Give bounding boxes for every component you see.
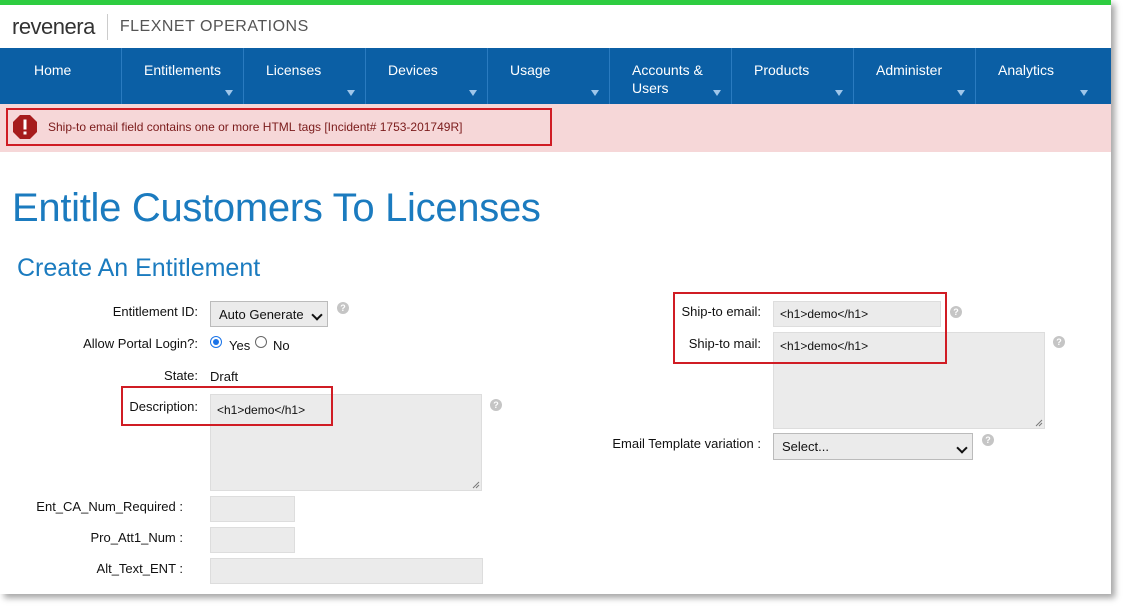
caret-down-icon: [835, 90, 843, 96]
nav-analytics[interactable]: Analytics: [976, 48, 1098, 104]
pro-att1-num-label: Pro_Att1_Num :: [90, 530, 184, 545]
help-icon[interactable]: ?: [337, 302, 349, 314]
portal-login-label: Allow Portal Login?:: [83, 336, 198, 351]
entitlement-id-select[interactable]: Auto Generate: [210, 301, 328, 327]
portal-login-no-radio[interactable]: [255, 336, 267, 348]
error-highlight: Ship-to email field contains one or more…: [6, 108, 552, 146]
nav-administer[interactable]: Administer: [854, 48, 976, 104]
nav-label: Devices: [388, 62, 438, 78]
accent-bar: [0, 0, 1111, 5]
ent-ca-num-label: Ent_CA_Num_Required :: [36, 499, 183, 514]
app-window: revenera FLEXNET OPERATIONS Home Entitle…: [0, 0, 1111, 594]
email-template-select[interactable]: Select...: [773, 433, 973, 460]
nav-entitlements[interactable]: Entitlements: [122, 48, 244, 104]
caret-down-icon: [469, 90, 477, 96]
help-icon[interactable]: ?: [950, 306, 962, 318]
nav-label: Products: [754, 62, 810, 78]
email-template-label: Email Template variation :: [612, 436, 761, 451]
email-template-value: Select...: [782, 439, 829, 454]
caret-down-icon: [225, 90, 233, 96]
entitlement-id-value: Auto Generate: [219, 306, 304, 322]
nav-licenses[interactable]: Licenses: [244, 48, 366, 104]
nav-label: Entitlements: [144, 62, 222, 78]
alt-text-ent-label: Alt_Text_ENT :: [96, 561, 183, 576]
product-name: FLEXNET OPERATIONS: [119, 18, 309, 35]
help-icon[interactable]: ?: [982, 434, 994, 446]
main-nav: Home Entitlements Licenses Devices Usage…: [0, 48, 1111, 104]
chevron-down-icon: [956, 441, 968, 454]
state-value: Draft: [210, 369, 239, 384]
error-message: Ship-to email field contains one or more…: [48, 120, 463, 134]
alt-text-ent-input[interactable]: [210, 558, 483, 584]
nav-label: Licenses: [266, 62, 322, 78]
resize-handle-icon[interactable]: [1035, 419, 1043, 427]
brand-divider: [106, 14, 108, 40]
chevron-down-icon: [311, 309, 323, 321]
nav-label: Usage: [510, 62, 551, 78]
nav-label: Home: [34, 62, 72, 78]
nav-label: Administer: [876, 62, 943, 78]
caret-down-icon: [1080, 90, 1088, 96]
state-label: State:: [164, 368, 198, 383]
nav-usage[interactable]: Usage: [488, 48, 610, 104]
help-icon[interactable]: ?: [1053, 336, 1065, 348]
caret-down-icon: [713, 90, 721, 96]
resize-handle-icon[interactable]: [472, 481, 480, 489]
nav-products[interactable]: Products: [732, 48, 854, 104]
nav-devices[interactable]: Devices: [366, 48, 488, 104]
nav-label: Accounts & Users: [632, 62, 703, 96]
revenera-logo[interactable]: revenera: [12, 14, 95, 40]
nav-label: Analytics: [998, 62, 1055, 78]
portal-login-no-label: No: [273, 338, 290, 353]
ent-ca-num-input[interactable]: [210, 496, 295, 522]
nav-accounts-users[interactable]: Accounts & Users: [610, 48, 732, 104]
error-banner: Ship-to email field contains one or more…: [0, 104, 1111, 152]
brand-header: revenera FLEXNET OPERATIONS: [12, 12, 309, 42]
portal-login-yes-radio[interactable]: [210, 336, 222, 348]
pro-att1-num-input[interactable]: [210, 527, 295, 553]
caret-down-icon: [591, 90, 599, 96]
ship-to-highlight: [673, 292, 947, 364]
help-icon[interactable]: ?: [490, 399, 502, 411]
section-title: Create An Entitlement: [17, 254, 261, 282]
caret-down-icon: [957, 90, 965, 96]
page-title: Entitle Customers To Licenses: [12, 186, 541, 230]
error-octagon-icon: [13, 115, 37, 139]
portal-login-yes-label: Yes: [229, 338, 251, 353]
caret-down-icon: [347, 90, 355, 96]
entitlement-id-label: Entitlement ID:: [112, 304, 198, 319]
description-highlight: [121, 386, 333, 426]
nav-home[interactable]: Home: [0, 48, 122, 104]
